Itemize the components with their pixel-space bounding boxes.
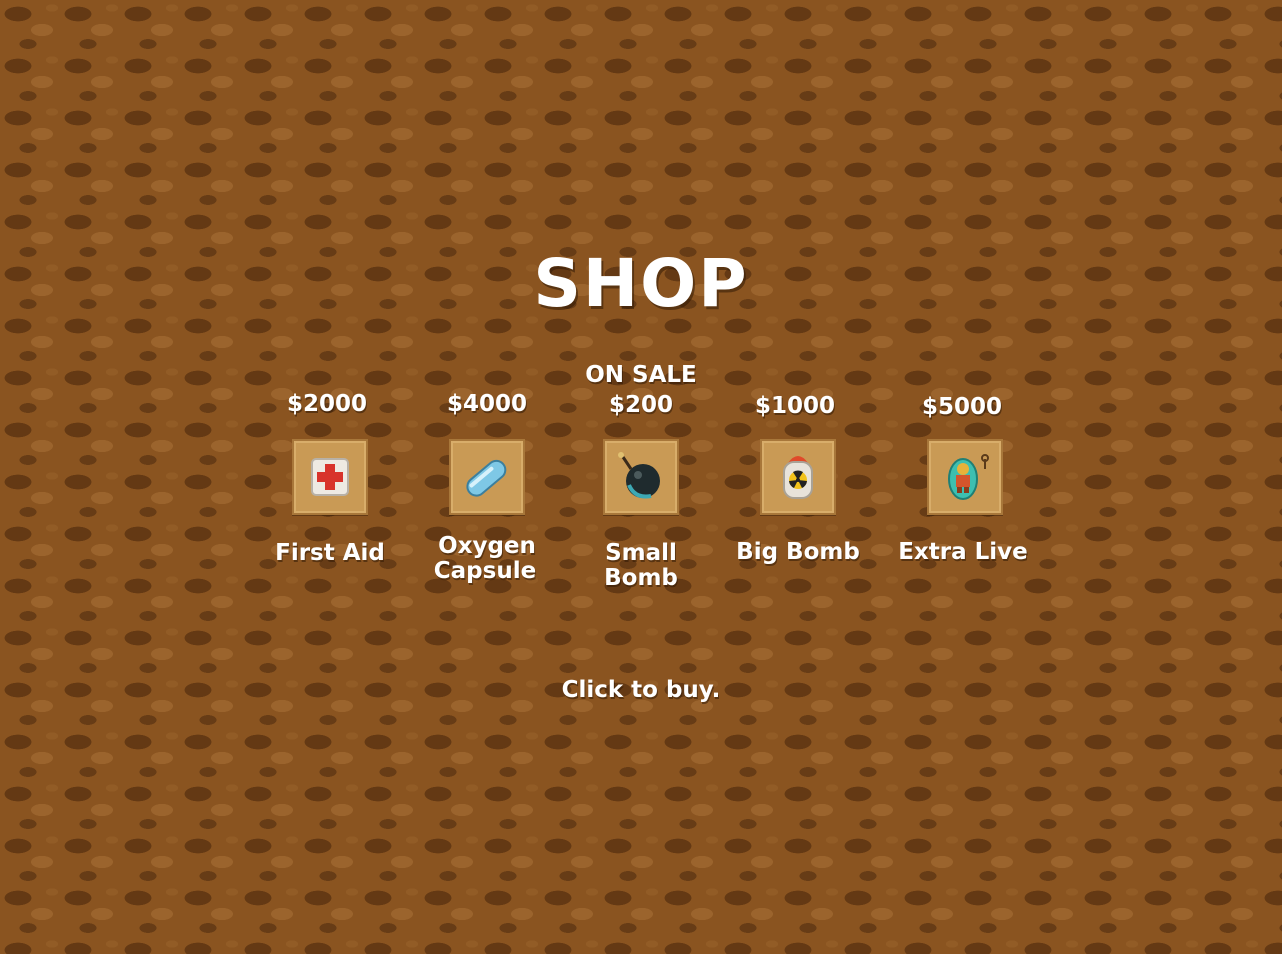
item-name: First Aid (275, 540, 385, 566)
oxygen-capsule-slot[interactable] (449, 439, 525, 515)
item-name-line-2: Capsule (433, 558, 537, 584)
shop-item-first-aid[interactable]: $2000 First Aid (255, 388, 405, 588)
item-name: Extra Live (898, 539, 1028, 565)
click-to-buy-hint: Click to buy. (561, 677, 721, 703)
item-price: $2000 (286, 391, 368, 417)
oxygen-capsule-icon (466, 459, 507, 497)
extra-life-icon (948, 454, 989, 500)
item-price: $1000 (754, 393, 836, 419)
item-price: $5000 (921, 394, 1003, 420)
on-sale-tag: ON SALE (585, 362, 697, 388)
item-name: Big Bomb (736, 539, 860, 565)
first-aid-icon (311, 458, 349, 496)
shop-item-oxygen-capsule[interactable]: $4000 Oxygen Capsule (412, 388, 562, 588)
extra-life-slot[interactable] (927, 439, 1003, 515)
shop-item-big-bomb[interactable]: $1000 Big Bomb (723, 388, 873, 588)
item-price: $4000 (446, 391, 528, 417)
item-price: $200 (608, 392, 673, 418)
big-bomb-slot[interactable] (760, 439, 836, 515)
big-bomb-icon (783, 456, 813, 499)
shop-item-small-bomb[interactable]: ON SALE $200 Small Bomb (566, 360, 716, 591)
small-bomb-icon (618, 452, 660, 499)
item-name-line-1: Oxygen (438, 533, 536, 559)
small-bomb-slot[interactable] (603, 439, 679, 515)
shop-title: SHOP (533, 245, 749, 322)
shop-screen: SHOP $2000 First Aid $4000 Oxygen Capsul… (0, 0, 1282, 954)
first-aid-slot[interactable] (292, 439, 368, 515)
item-name: Small Bomb (604, 540, 678, 591)
shop-item-extra-live[interactable]: $5000 Extra Live (890, 388, 1040, 588)
